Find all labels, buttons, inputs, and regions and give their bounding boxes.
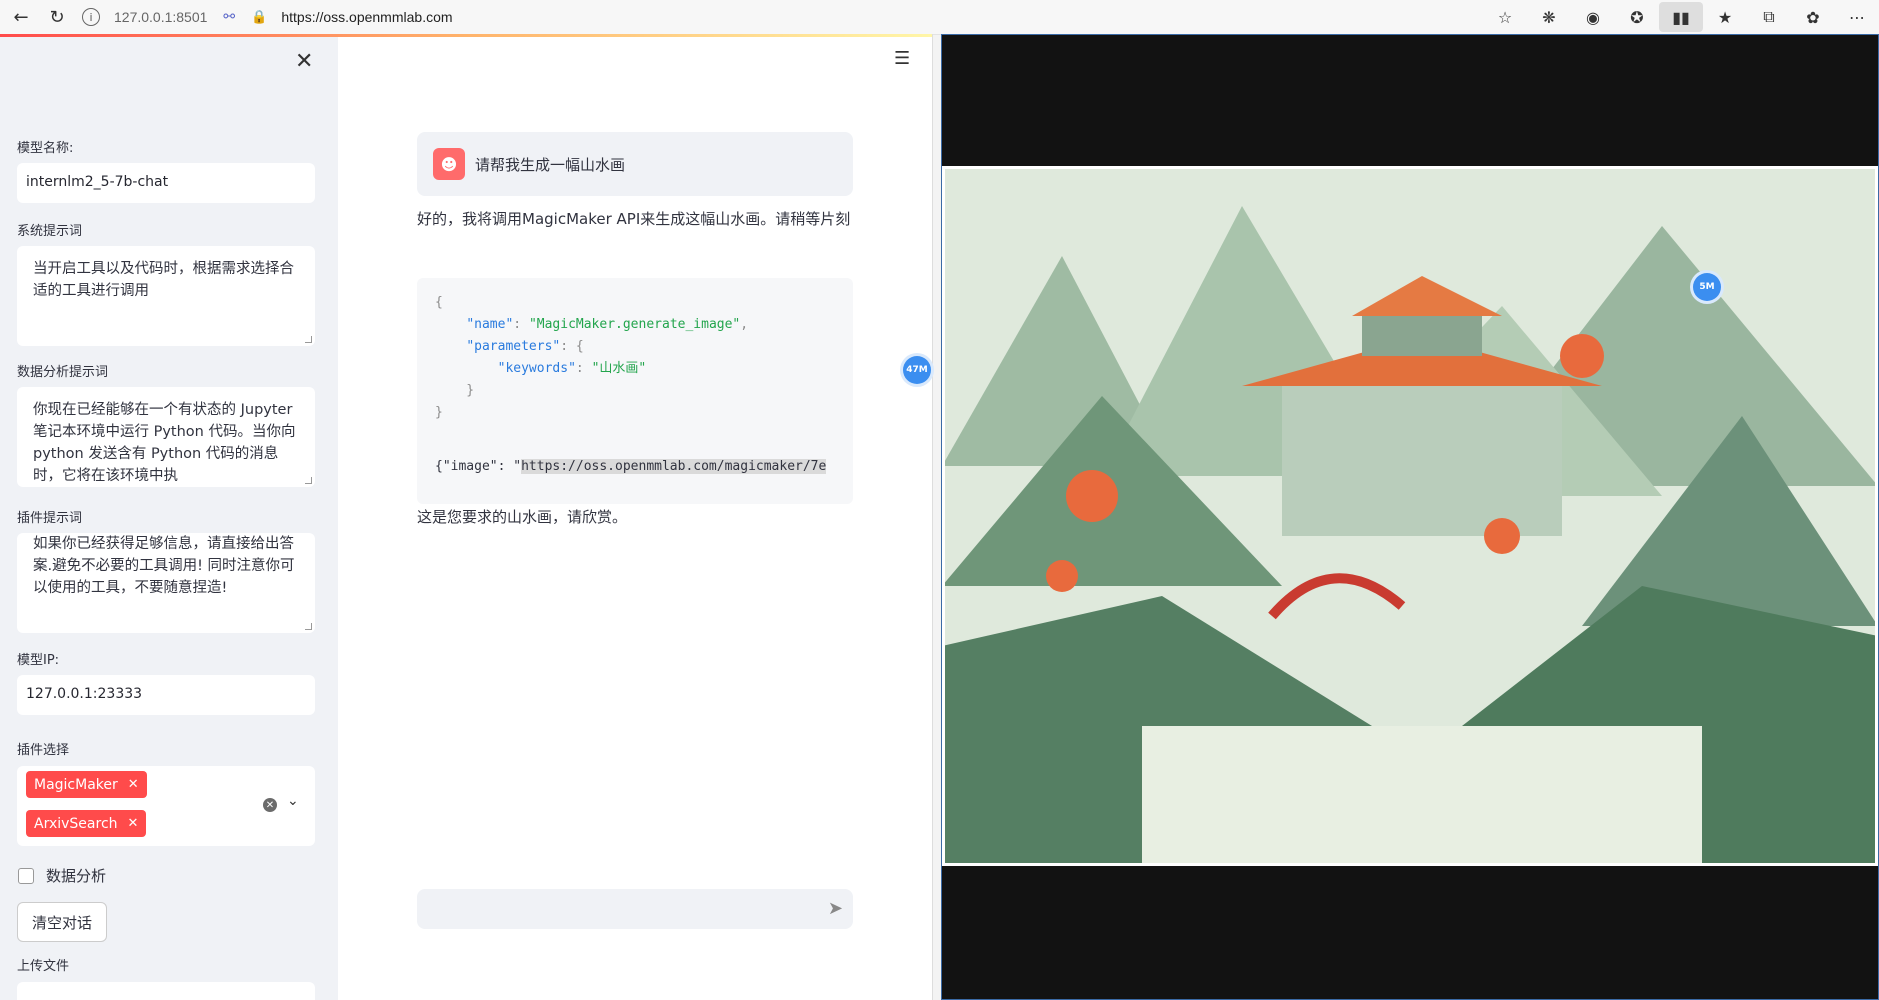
code-content: { "name": "MagicMaker.generate_image", "… bbox=[435, 295, 749, 420]
plugin-select-label: 插件选择 bbox=[17, 743, 70, 758]
assistant-reply-final: 这是您要求的山水画，请欣赏。 bbox=[417, 508, 628, 526]
chevron-down-icon[interactable]: ⌄ bbox=[287, 793, 299, 809]
memory-badge: 47M bbox=[903, 356, 931, 384]
close-sidebar-icon[interactable]: ✕ bbox=[295, 49, 313, 74]
info-icon[interactable]: i bbox=[82, 8, 100, 26]
memory-badge: 5M bbox=[1693, 273, 1721, 301]
image-url-link[interactable]: https://oss.openmmlab.com/magicmaker/7e bbox=[521, 459, 827, 474]
resize-handle[interactable] bbox=[305, 336, 312, 343]
plugin-tag-magicmaker[interactable]: MagicMaker ✕ bbox=[26, 771, 147, 798]
system-prompt-text: 当开启工具以及代码时，根据需求选择合适的工具进行调用 bbox=[33, 261, 294, 299]
plugin-prompt-text: 如果你已经获得足够信息，请直接给出答案.避免不必要的工具调用! 同时注意你可以使… bbox=[33, 536, 295, 596]
puzzle-icon[interactable]: ✪ bbox=[1615, 2, 1659, 32]
resize-handle[interactable] bbox=[305, 477, 312, 484]
model-name-input[interactable]: internlm2_5-7b-chat bbox=[17, 163, 315, 203]
clear-chat-button[interactable]: 清空对话 bbox=[17, 902, 107, 942]
remove-tag-icon[interactable]: ✕ bbox=[128, 816, 139, 831]
clear-all-icon[interactable]: ✕ bbox=[263, 798, 277, 812]
user-avatar-icon: ☻ bbox=[433, 148, 465, 180]
chat-input[interactable]: ➤ bbox=[417, 889, 853, 929]
address-bar[interactable]: i 127.0.0.1:8501 ⚯ 🔒 https://oss.openmml… bbox=[82, 4, 453, 30]
resize-handle[interactable] bbox=[305, 623, 312, 630]
model-ip-input[interactable]: 127.0.0.1:23333 bbox=[17, 675, 315, 715]
plugin-tag-arxivsearch[interactable]: ArxivSearch ✕ bbox=[26, 810, 147, 837]
reader-icon[interactable]: ▮▮ bbox=[1659, 2, 1703, 32]
cookie-icon[interactable]: ◉ bbox=[1571, 2, 1615, 32]
upload-label: 上传文件 bbox=[17, 959, 70, 974]
browser-tools: ☆ ❋ ◉ ✪ ▮▮ ★ ⧉ ✿ ⋯ bbox=[1483, 0, 1879, 34]
link-icon[interactable]: ⚯ bbox=[223, 9, 235, 25]
model-ip-label: 模型IP: bbox=[17, 653, 60, 668]
code-block: { "name": "MagicMaker.generate_image", "… bbox=[417, 278, 853, 504]
data-analysis-label: 数据分析 bbox=[46, 867, 107, 885]
data-prompt-text: 你现在已经能够在一个有状态的 Jupyter 笔记本环境中运行 Python 代… bbox=[33, 402, 296, 484]
app-window: ✕ 模型名称: internlm2_5-7b-chat 系统提示词 当开启工具以… bbox=[0, 34, 933, 1000]
address-host: 127.0.0.1:8501 bbox=[114, 9, 208, 25]
plugin-tag-label: ArxivSearch bbox=[34, 815, 118, 832]
assistant-reply: 好的，我将调用MagicMaker API来生成这幅山水画。请稍等片刻 bbox=[417, 210, 851, 228]
back-icon[interactable]: ← bbox=[6, 2, 36, 32]
data-prompt-label: 数据分析提示词 bbox=[17, 365, 109, 380]
plugin-tag-label: MagicMaker bbox=[34, 776, 118, 793]
plugin-prompt-label: 插件提示词 bbox=[17, 511, 83, 526]
browser-toolbar: ← ↻ i 127.0.0.1:8501 ⚯ 🔒 https://oss.ope… bbox=[0, 0, 1879, 35]
system-prompt-textarea[interactable]: 当开启工具以及代码时，根据需求选择合适的工具进行调用 bbox=[17, 246, 315, 346]
user-message-text: 请帮我生成一幅山水画 bbox=[475, 156, 626, 174]
send-icon[interactable]: ➤ bbox=[828, 898, 843, 919]
star-icon[interactable]: ☆ bbox=[1483, 2, 1527, 32]
lock-icon: 🔒 bbox=[251, 9, 268, 25]
favorites-icon[interactable]: ★ bbox=[1703, 2, 1747, 32]
generated-landscape-image bbox=[942, 166, 1878, 866]
more-icon[interactable]: ⋯ bbox=[1835, 2, 1879, 32]
file-uploader[interactable] bbox=[17, 982, 315, 1000]
data-prompt-textarea[interactable]: 你现在已经能够在一个有状态的 Jupyter 笔记本环境中运行 Python 代… bbox=[17, 387, 315, 487]
plugin-multiselect[interactable]: MagicMaker ✕ ArxivSearch ✕ ✕ ⌄ bbox=[17, 766, 315, 846]
sidebar: ✕ 模型名称: internlm2_5-7b-chat 系统提示词 当开启工具以… bbox=[0, 37, 338, 1000]
collections-icon[interactable]: ⧉ bbox=[1747, 2, 1791, 32]
data-analysis-checkbox[interactable] bbox=[18, 867, 34, 884]
image-viewer: 5M bbox=[941, 34, 1879, 1000]
plugin-prompt-textarea[interactable]: 如果你已经获得足够信息，请直接给出答案.避免不必要的工具调用! 同时注意你可以使… bbox=[17, 533, 315, 633]
reload-icon[interactable]: ↻ bbox=[42, 2, 72, 32]
user-message: ☻ 请帮我生成一幅山水画 bbox=[417, 132, 853, 196]
model-name-label: 模型名称: bbox=[17, 141, 74, 156]
remove-tag-icon[interactable]: ✕ bbox=[128, 777, 139, 792]
address-url[interactable]: https://oss.openmmlab.com bbox=[281, 9, 452, 25]
performance-icon[interactable]: ✿ bbox=[1791, 2, 1835, 32]
system-prompt-label: 系统提示词 bbox=[17, 224, 83, 239]
data-analysis-checkbox-row[interactable]: 数据分析 bbox=[18, 865, 106, 886]
tool-result: {"image": "https://oss.openmmlab.com/mag… bbox=[435, 459, 827, 474]
menu-icon[interactable]: ☰ bbox=[894, 48, 910, 69]
extension-icon[interactable]: ❋ bbox=[1527, 2, 1571, 32]
